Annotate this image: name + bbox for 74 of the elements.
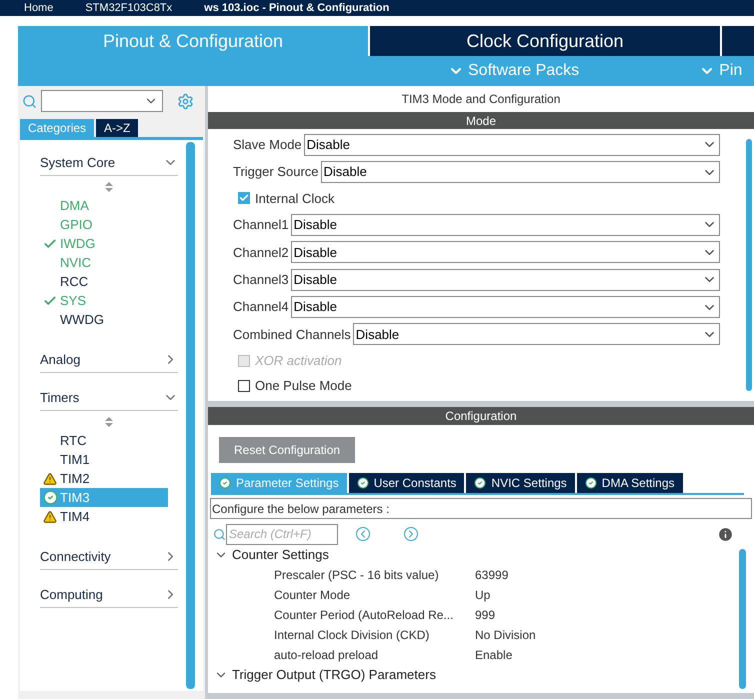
select-field[interactable]: Disable bbox=[290, 214, 720, 236]
select-field[interactable]: Disable bbox=[290, 296, 720, 318]
param-name: Counter Mode bbox=[274, 587, 352, 604]
search-dropdown[interactable] bbox=[41, 90, 163, 112]
settings-tab[interactable]: DMA Settings bbox=[576, 473, 682, 493]
settings-tab[interactable]: NVIC Settings bbox=[466, 473, 575, 493]
param-value[interactable]: Enable bbox=[475, 646, 512, 664]
sort-icon bbox=[105, 182, 113, 192]
settings-tab[interactable]: User Constants bbox=[348, 473, 464, 493]
category-item[interactable]: RCC bbox=[40, 272, 168, 291]
view-tab[interactable]: A->Z bbox=[96, 119, 138, 137]
select-field[interactable]: Disable bbox=[320, 161, 720, 184]
section-header: Mode bbox=[208, 112, 754, 129]
field-label: Trigger Source bbox=[233, 163, 318, 182]
sort-icon bbox=[105, 417, 113, 427]
search-icon bbox=[213, 528, 226, 540]
check-circle-icon bbox=[584, 477, 597, 489]
hint-text: Configure the below parameters : bbox=[210, 498, 752, 519]
param-value[interactable]: 63999 bbox=[475, 566, 508, 584]
breadcrumb-item[interactable]: Home bbox=[24, 0, 54, 16]
param-name: Counter Period (AutoReload Re... bbox=[274, 607, 454, 624]
param-name: Internal Clock Division (CKD) bbox=[274, 627, 430, 644]
select-field[interactable]: Disable bbox=[290, 241, 720, 264]
main-tab[interactable]: Clock Configuration bbox=[370, 26, 720, 56]
check-icon bbox=[43, 236, 57, 250]
check-circle-icon bbox=[42, 490, 58, 505]
check-circle-icon bbox=[219, 477, 231, 489]
param-value[interactable]: 999 bbox=[475, 606, 496, 624]
category-header[interactable]: Computing bbox=[40, 584, 103, 604]
select-field[interactable]: Disable bbox=[304, 134, 720, 156]
checkbox-label: One Pulse Mode bbox=[255, 377, 352, 396]
param-name: auto-reload preload bbox=[274, 647, 380, 664]
panel-title: TIM3 Mode and Configuration bbox=[400, 91, 562, 108]
back-icon[interactable] bbox=[356, 527, 370, 541]
param-value[interactable]: Up bbox=[475, 586, 490, 604]
category-header[interactable]: Connectivity bbox=[40, 546, 111, 566]
category-item[interactable]: TIM2 bbox=[40, 469, 168, 488]
category-header[interactable]: Timers bbox=[40, 388, 80, 408]
field-label: Channel3 bbox=[233, 270, 289, 289]
checkbox[interactable] bbox=[238, 192, 250, 204]
field-label: Slave Mode bbox=[233, 136, 302, 154]
category-item[interactable]: TIM4 bbox=[40, 507, 168, 526]
category-header[interactable]: Analog bbox=[40, 350, 80, 370]
check-circle-icon bbox=[474, 477, 486, 489]
checkbox-label: XOR activation bbox=[255, 352, 342, 370]
checkbox-label: Internal Clock bbox=[255, 190, 334, 208]
search-field[interactable]: Search (Ctrl+F) bbox=[226, 524, 338, 544]
category-item[interactable]: TIM1 bbox=[40, 450, 168, 469]
checkbox[interactable] bbox=[238, 380, 250, 392]
select-field[interactable]: Disable bbox=[290, 268, 720, 291]
param-value[interactable]: No Division bbox=[475, 626, 536, 644]
field-label: Channel1 bbox=[233, 216, 289, 234]
info-icon[interactable] bbox=[717, 526, 734, 542]
warning-icon bbox=[43, 472, 57, 486]
category-item[interactable]: WWDG bbox=[40, 310, 168, 329]
warning-icon bbox=[43, 510, 57, 524]
category-item[interactable]: RTC bbox=[40, 431, 168, 450]
group-title[interactable]: Trigger Output (TRGO) Parameters bbox=[232, 665, 436, 685]
group-title[interactable]: Counter Settings bbox=[232, 545, 329, 565]
field-label: Combined Channels bbox=[233, 326, 351, 344]
search-icon bbox=[22, 94, 37, 108]
field-label: Channel4 bbox=[233, 298, 289, 316]
breadcrumb-item[interactable]: STM32F103C8Tx bbox=[85, 0, 172, 16]
check-circle-icon bbox=[356, 477, 369, 489]
check-icon bbox=[43, 294, 57, 308]
settings-icon[interactable] bbox=[177, 92, 194, 110]
category-header[interactable]: System Core bbox=[40, 152, 116, 172]
select-field[interactable]: Disable bbox=[352, 323, 720, 346]
forward-icon[interactable] bbox=[404, 527, 418, 541]
field-label: Channel2 bbox=[233, 244, 289, 262]
breadcrumb-item[interactable]: ws 103.ioc - Pinout & Configuration bbox=[204, 0, 390, 16]
param-name: Prescaler (PSC - 16 bits value) bbox=[274, 567, 440, 584]
section-header: Configuration bbox=[208, 407, 754, 425]
check-icon bbox=[239, 193, 249, 204]
